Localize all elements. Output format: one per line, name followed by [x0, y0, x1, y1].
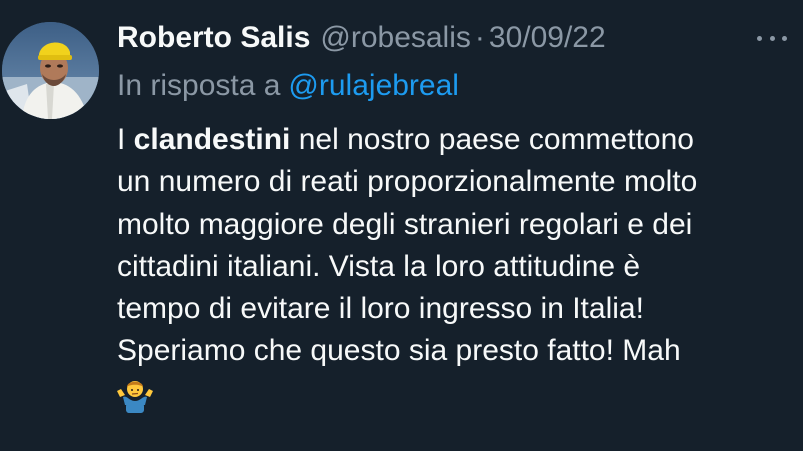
avatar-photo: [2, 22, 99, 119]
tweet-text-segment: I: [117, 123, 134, 156]
tweet-text: I clandestini nel nostro paese commetton…: [117, 119, 797, 415]
reply-context: In risposta a @rulajebreal: [117, 66, 459, 106]
reply-prefix: In risposta a: [117, 69, 281, 102]
tweet-text-line: I clandestini nel nostro paese commetton…: [117, 119, 797, 161]
more-options-icon[interactable]: [757, 30, 787, 46]
tweet-text-line: un numero di reati proporzionalmente mol…: [117, 165, 698, 199]
avatar[interactable]: [2, 22, 99, 119]
author-handle[interactable]: @robesalis: [320, 18, 471, 58]
tweet-text-line: tempo di evitare il loro ingresso in Ita…: [117, 292, 644, 326]
person-shrugging-icon: [117, 380, 153, 413]
tweet-text-line: cittadini italiani. Vista la loro attitu…: [117, 249, 641, 283]
more-dot: [782, 35, 787, 41]
tweet-text-segment: nel nostro paese commettono: [290, 123, 694, 156]
author-name[interactable]: Roberto Salis: [117, 18, 310, 58]
tweet-text-line: Speriamo che questo sia presto fatto! Ma…: [117, 334, 681, 368]
tweet-date[interactable]: 30/09/22: [489, 18, 606, 58]
tweet-card: Roberto Salis @robesalis · 30/09/22 In r…: [0, 0, 803, 451]
more-dot: [757, 35, 762, 41]
more-dot: [769, 35, 775, 41]
tweet-header: Roberto Salis @robesalis · 30/09/22: [117, 18, 606, 58]
tweet-text-bold: clandestini: [133, 123, 291, 156]
reply-mention-link[interactable]: @rulajebreal: [288, 69, 459, 102]
tweet-text-line: molto maggiore degli stranieri regolari …: [117, 207, 693, 241]
header-separator: ·: [474, 21, 485, 54]
tweet-text-line: [117, 373, 797, 415]
